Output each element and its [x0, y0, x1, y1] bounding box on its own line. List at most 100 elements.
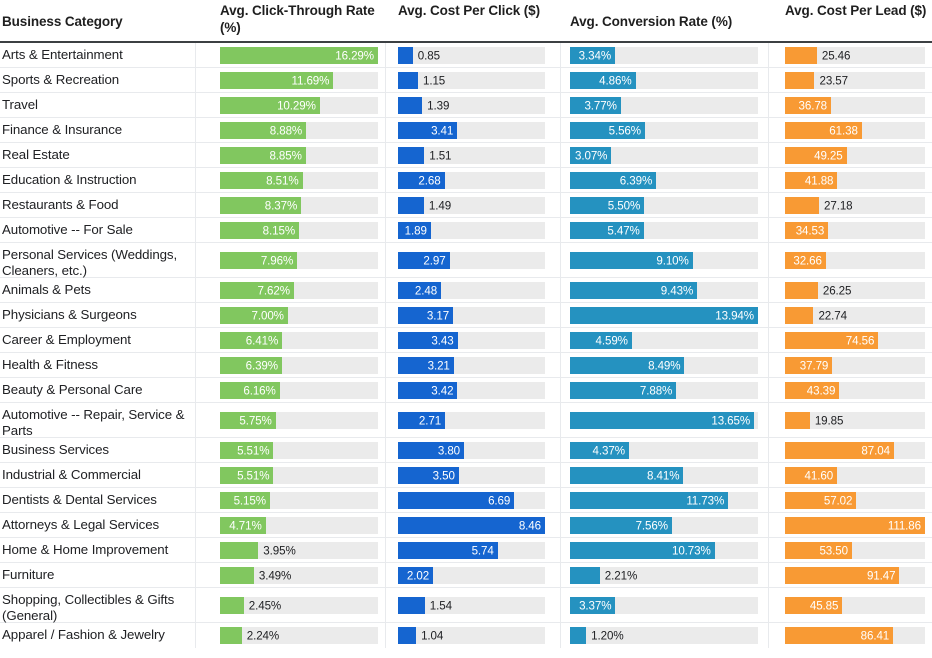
column-divider	[195, 463, 196, 487]
bar-fill-cvr: 3.77%	[570, 97, 621, 114]
bar-fill-cpc: 3.41	[398, 122, 458, 139]
column-divider	[195, 588, 196, 622]
bar-track-cvr: 5.50%	[570, 197, 758, 214]
bar-value-cpc: 1.04	[421, 629, 444, 642]
bar-fill-cpc: 3.43	[398, 332, 458, 349]
table-row: Travel 10.29% 1.39 3.77% 36.78	[0, 93, 932, 118]
column-divider	[560, 353, 561, 377]
bar-value-cvr: 9.43%	[660, 284, 694, 297]
bar-fill-cpl: 26.25	[785, 282, 851, 299]
bar-fill-ctr: 8.88%	[220, 122, 307, 139]
bar-value-ctr: 3.95%	[263, 544, 296, 557]
column-divider	[195, 118, 196, 142]
bar-value-cvr: 7.88%	[639, 384, 673, 397]
benchmarks-table: Business Category Avg. Click-Through Rat…	[0, 0, 932, 658]
bar-value-ctr: 8.51%	[266, 174, 299, 187]
bar-fill-ctr: 16.29%	[220, 47, 378, 64]
bar-value-cpc: 1.89	[404, 224, 427, 237]
column-divider	[195, 488, 196, 512]
column-divider	[768, 513, 769, 537]
bar-fill-cpl: 25.46	[785, 47, 850, 64]
bar-value-cpc: 1.51	[429, 149, 452, 162]
bar-fill-ctr: 8.51%	[220, 172, 303, 189]
bar-track-cpl: 86.41	[785, 627, 925, 644]
bar-value-cpl: 25.46	[821, 49, 851, 62]
bar-value-cvr: 11.73%	[686, 494, 725, 507]
bar-value-cpc: 1.54	[429, 599, 452, 612]
bar-value-ctr: 5.51%	[237, 444, 270, 457]
bar-value-cpc: 2.97	[423, 254, 446, 267]
bar-track-ctr: 2.24%	[220, 627, 378, 644]
column-divider	[385, 193, 386, 217]
row-category-label: Restaurants & Food	[2, 197, 119, 212]
bar-fill-cvr: 4.86%	[570, 72, 636, 89]
bar-value-cpl: 57.02	[823, 494, 853, 507]
bar-track-cpl: 34.53	[785, 222, 925, 239]
table-row: Industrial & Commercial 5.51% 3.50 8.41% 41.…	[0, 463, 932, 488]
bar-track-cvr: 11.73%	[570, 492, 758, 509]
bar-fill-ctr: 3.95%	[220, 542, 296, 559]
bar-value-cvr: 1.20%	[591, 629, 624, 642]
column-divider	[768, 588, 769, 622]
column-divider	[768, 378, 769, 402]
column-divider	[768, 93, 769, 117]
bar-fill-ctr: 2.45%	[220, 597, 281, 614]
column-divider	[195, 378, 196, 402]
column-divider	[768, 488, 769, 512]
row-category-label: Travel	[2, 97, 38, 112]
column-divider	[768, 563, 769, 587]
column-divider	[385, 278, 386, 302]
bar-fill-cvr: 4.59%	[570, 332, 632, 349]
bar-fill-cpl: 19.85	[785, 412, 843, 429]
bar-value-cpl: 26.25	[822, 284, 852, 297]
bar-track-cvr: 6.39%	[570, 172, 758, 189]
column-divider	[195, 278, 196, 302]
table-row: Business Services 5.51% 3.80 4.37% 87.04	[0, 438, 932, 463]
bar-fill-ctr: 4.71%	[220, 517, 266, 534]
row-category-label: Personal Services (Weddings, Cleaners, e…	[2, 247, 178, 278]
bar-fill-cpl: 45.85	[785, 597, 843, 614]
column-divider	[385, 93, 386, 117]
bar-fill-ctr: 6.39%	[220, 357, 282, 374]
bar-fill-cpc: 1.89	[398, 222, 431, 239]
bar-value-ctr: 2.45%	[248, 599, 282, 612]
table-row: Real Estate 8.85% 1.51 3.07% 49.25	[0, 143, 932, 168]
column-divider	[560, 538, 561, 562]
column-divider	[768, 43, 769, 67]
column-divider	[560, 118, 561, 142]
bar-fill-ctr: 6.41%	[220, 332, 283, 349]
table-row: Career & Employment 6.41% 3.43 4.59% 74.56	[0, 328, 932, 353]
column-divider	[768, 353, 769, 377]
table-row: Automotive -- Repair, Service & Parts 5.7…	[0, 403, 932, 438]
column-divider	[768, 303, 769, 327]
bar-track-cpl: 23.57	[785, 72, 925, 89]
bar-fill-cpl: 53.50	[785, 542, 852, 559]
bar-track-cpc: 0.85	[398, 47, 545, 64]
bar-track-cpl: 41.60	[785, 467, 925, 484]
bar-track-cvr: 10.73%	[570, 542, 758, 559]
bar-value-cvr: 13.65%	[711, 414, 751, 427]
bar-fill-cpl: 27.18	[785, 197, 853, 214]
row-category-label: Industrial & Commercial	[2, 467, 141, 482]
column-divider	[768, 193, 769, 217]
bar-value-cpl: 41.88	[804, 174, 834, 187]
bar-track-cvr: 1.20%	[570, 627, 758, 644]
bar-track-cpc: 1.51	[398, 147, 545, 164]
bar-track-cpl: 27.18	[785, 197, 925, 214]
bar-fill-cpc: 1.54	[398, 597, 452, 614]
bar-fill-cvr: 3.34%	[570, 47, 616, 64]
bar-track-cpl: 74.56	[785, 332, 925, 349]
bar-value-cvr: 3.07%	[575, 149, 608, 162]
column-divider	[768, 278, 769, 302]
bar-value-ctr: 8.15%	[262, 224, 296, 237]
bar-fill-cvr: 9.10%	[570, 252, 693, 269]
bar-fill-cpl: 34.53	[785, 222, 829, 239]
column-divider	[560, 588, 561, 622]
bar-track-cpl: 57.02	[785, 492, 925, 509]
bar-value-cpl: 45.85	[809, 599, 839, 612]
bar-value-cvr: 8.49%	[648, 359, 681, 372]
bar-fill-ctr: 8.37%	[220, 197, 302, 214]
bar-value-cpl: 86.41	[860, 629, 890, 642]
row-category-label: Sports & Recreation	[2, 72, 120, 87]
column-divider	[195, 168, 196, 192]
